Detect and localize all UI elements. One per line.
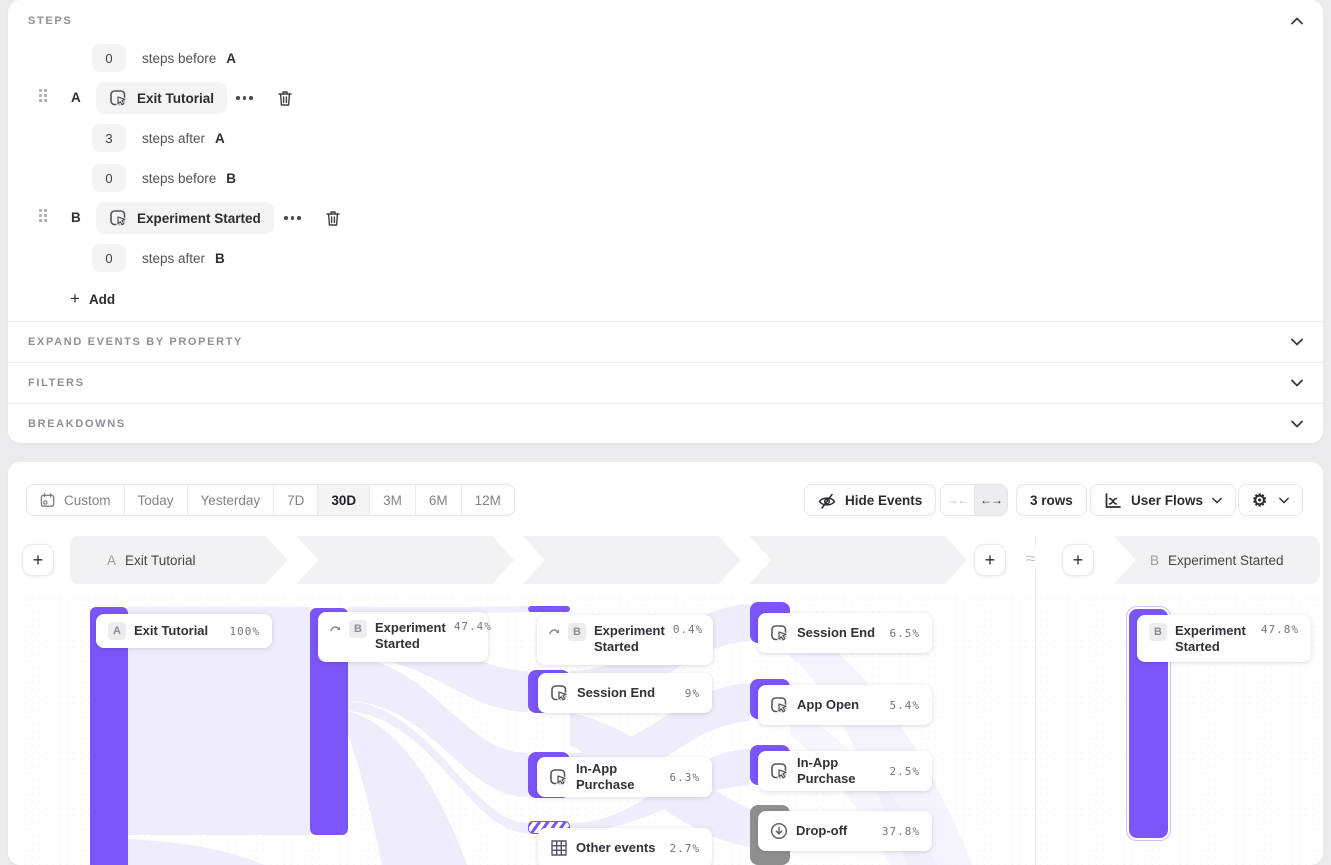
flow-header-segment-a[interactable]: A Exit Tutorial xyxy=(70,536,288,584)
node-marker-experiment-started[interactable] xyxy=(528,606,570,612)
custom-event-icon xyxy=(109,89,128,108)
flow-header-segment xyxy=(523,536,741,584)
section-expand-events-by-property[interactable]: EXPAND EVENTS BY PROPERTY xyxy=(8,321,1323,362)
step-badge: B xyxy=(349,620,367,638)
steps-after-b-input[interactable] xyxy=(92,244,126,272)
range-today[interactable]: Today xyxy=(124,485,187,515)
steps-panel: STEPS steps beforeA A Exit Tutorial step… xyxy=(8,0,1323,443)
resurrect-arrow-icon xyxy=(330,623,341,632)
add-column-left-button[interactable]: + xyxy=(22,544,54,576)
step-b-letter: B xyxy=(71,210,81,225)
step-b-more-options-icon[interactable] xyxy=(284,216,301,220)
date-range-control: Custom Today Yesterday 7D 30D 3M 6M 12M xyxy=(26,484,515,516)
add-column-button[interactable]: + xyxy=(1062,544,1094,576)
hide-events-button[interactable]: Hide Events xyxy=(804,484,936,516)
node-card-session-end[interactable]: Session End 9% xyxy=(538,673,712,713)
step-a-letter: A xyxy=(71,90,81,105)
node-card-exit-tutorial[interactable]: A Exit Tutorial 100% xyxy=(96,614,272,648)
eye-off-icon xyxy=(818,492,836,509)
steps-before-b-label: steps beforeB xyxy=(142,171,236,186)
drop-off-icon xyxy=(770,822,788,840)
drag-handle-icon[interactable] xyxy=(39,209,47,222)
step-b-event-button[interactable]: Experiment Started xyxy=(96,202,274,234)
add-step-button[interactable]: + Add xyxy=(70,289,115,309)
node-card-experiment-started-col5[interactable]: B Experiment Started 47.8% xyxy=(1137,615,1311,662)
plus-icon: + xyxy=(70,289,80,309)
node-card-in-app-purchase[interactable]: In-App Purchase 6.3% xyxy=(537,757,712,797)
step-a-event-button[interactable]: Exit Tutorial xyxy=(96,82,227,114)
chevron-down-icon xyxy=(1212,497,1222,504)
custom-event-icon xyxy=(109,209,128,228)
step-badge: A xyxy=(108,622,126,640)
flow-region: + A Exit Tutorial + ≈ + B Experiment Sta… xyxy=(22,536,1320,865)
chevron-down-icon xyxy=(1291,379,1303,387)
grid-icon xyxy=(550,839,568,857)
node-card-in-app-purchase-2[interactable]: In-App Purchase 2.5% xyxy=(758,751,932,791)
drag-handle-icon[interactable] xyxy=(39,89,47,102)
step-a-more-options-icon[interactable] xyxy=(236,96,253,100)
calendar-icon xyxy=(40,492,56,508)
node-card-drop-off[interactable]: Drop-off 37.8% xyxy=(758,811,932,851)
view-type-button[interactable]: User Flows xyxy=(1090,484,1236,516)
custom-event-icon xyxy=(770,762,789,781)
section-filters[interactable]: FILTERS xyxy=(8,362,1323,403)
chevron-down-icon xyxy=(1279,497,1289,504)
width-toggle-control: →← ←→ xyxy=(940,484,1008,516)
sankey-chart: A Exit Tutorial 100% B Experiment Starte… xyxy=(22,595,1320,865)
section-breakdowns[interactable]: BREAKDOWNS xyxy=(8,403,1323,444)
range-6m[interactable]: 6M xyxy=(415,485,461,515)
trash-icon xyxy=(276,89,294,107)
range-custom[interactable]: Custom xyxy=(27,485,124,515)
custom-event-icon xyxy=(770,624,789,643)
node-card-app-open[interactable]: App Open 5.4% xyxy=(758,685,932,725)
add-column-button[interactable]: + xyxy=(974,544,1006,576)
resurrect-arrow-icon xyxy=(549,626,560,635)
gear-icon: ⚙ xyxy=(1252,492,1267,509)
range-yesterday[interactable]: Yesterday xyxy=(187,485,274,515)
steps-after-b-label: steps afterB xyxy=(142,251,225,266)
collapse-columns-button[interactable]: →← xyxy=(941,485,974,515)
steps-collapse-chevron-up-icon[interactable] xyxy=(1291,17,1303,25)
custom-event-icon xyxy=(770,696,789,715)
custom-event-icon xyxy=(549,768,568,787)
steps-after-a-label: steps afterA xyxy=(142,131,225,146)
node-card-experiment-started-col2[interactable]: B Experiment Started 47.4% xyxy=(318,612,488,662)
steps-after-a-input[interactable] xyxy=(92,124,126,152)
visualization-panel: Custom Today Yesterday 7D 30D 3M 6M 12M … xyxy=(8,462,1323,865)
settings-button[interactable]: ⚙ xyxy=(1238,484,1303,516)
rows-count-button[interactable]: 3 rows xyxy=(1016,484,1087,516)
step-badge: B xyxy=(568,623,586,641)
chevron-down-icon xyxy=(1291,420,1303,428)
range-3m[interactable]: 3M xyxy=(369,485,415,515)
steps-before-a-input[interactable] xyxy=(92,44,126,72)
flow-header-segment xyxy=(297,536,515,584)
expand-columns-button[interactable]: ←→ xyxy=(974,485,1007,515)
step-badge: B xyxy=(1149,623,1167,641)
steps-title: STEPS xyxy=(28,15,72,27)
step-b-delete-button[interactable] xyxy=(324,209,342,227)
flow-header-segment xyxy=(750,536,968,584)
node-card-experiment-started-col3[interactable]: B Experiment Started 0.4% xyxy=(537,615,713,665)
chevron-down-icon xyxy=(1291,338,1303,346)
step-a-delete-button[interactable] xyxy=(276,89,294,107)
user-flows-icon xyxy=(1104,492,1122,509)
trash-icon xyxy=(324,209,342,227)
node-card-other-events[interactable]: Other events 2.7% xyxy=(538,828,712,865)
steps-before-b-input[interactable] xyxy=(92,164,126,192)
steps-before-a-label: steps beforeA xyxy=(142,51,236,66)
flow-header-b[interactable]: B Experiment Started xyxy=(1114,536,1320,584)
non-contiguous-indicator: ≈ xyxy=(1023,549,1038,569)
node-card-session-end-2[interactable]: Session End 6.5% xyxy=(758,613,932,653)
range-7d[interactable]: 7D xyxy=(273,485,317,515)
range-12m[interactable]: 12M xyxy=(461,485,514,515)
flow-header-a: A Exit Tutorial xyxy=(70,536,967,584)
range-30d-selected[interactable]: 30D xyxy=(317,485,369,515)
custom-event-icon xyxy=(550,684,569,703)
